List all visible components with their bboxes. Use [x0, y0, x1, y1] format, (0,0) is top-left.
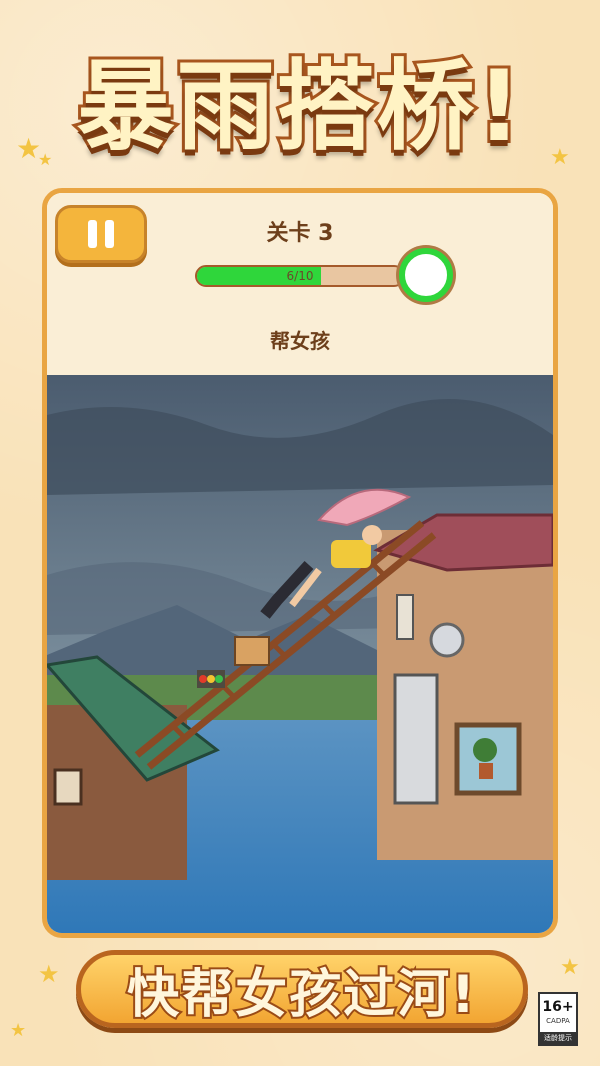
- star-icon: ★: [10, 1020, 27, 1041]
- hint-text: 帮女孩: [270, 329, 330, 353]
- cta-banner[interactable]: 快帮女孩过河!: [76, 950, 528, 1028]
- game-scene[interactable]: [47, 375, 553, 933]
- cta-text: 快帮女孩过河!: [125, 963, 477, 1027]
- headline-banner: 暴雨搭桥!: [0, 28, 600, 168]
- age-rating-note: 适龄提示: [540, 1032, 576, 1044]
- right-house: [373, 513, 553, 860]
- age-rating-org: CADPA: [546, 1017, 570, 1025]
- age-rating-badge: 16+ CADPA 适龄提示: [538, 992, 578, 1046]
- progress-goal-indicator: [399, 248, 453, 302]
- star-icon: ★: [560, 955, 580, 980]
- progress-bar: 6/10: [195, 265, 405, 287]
- headline-text: 暴雨搭桥!: [74, 47, 525, 167]
- level-label: 关卡 3: [266, 221, 334, 246]
- game-card: 关卡 3 6/10 帮女孩: [42, 188, 558, 938]
- age-rating-value: 16+: [542, 999, 574, 1015]
- game-hud: 关卡 3 6/10 帮女孩: [47, 193, 553, 375]
- star-icon: ★: [38, 960, 60, 988]
- progress-text: 6/10: [286, 269, 314, 283]
